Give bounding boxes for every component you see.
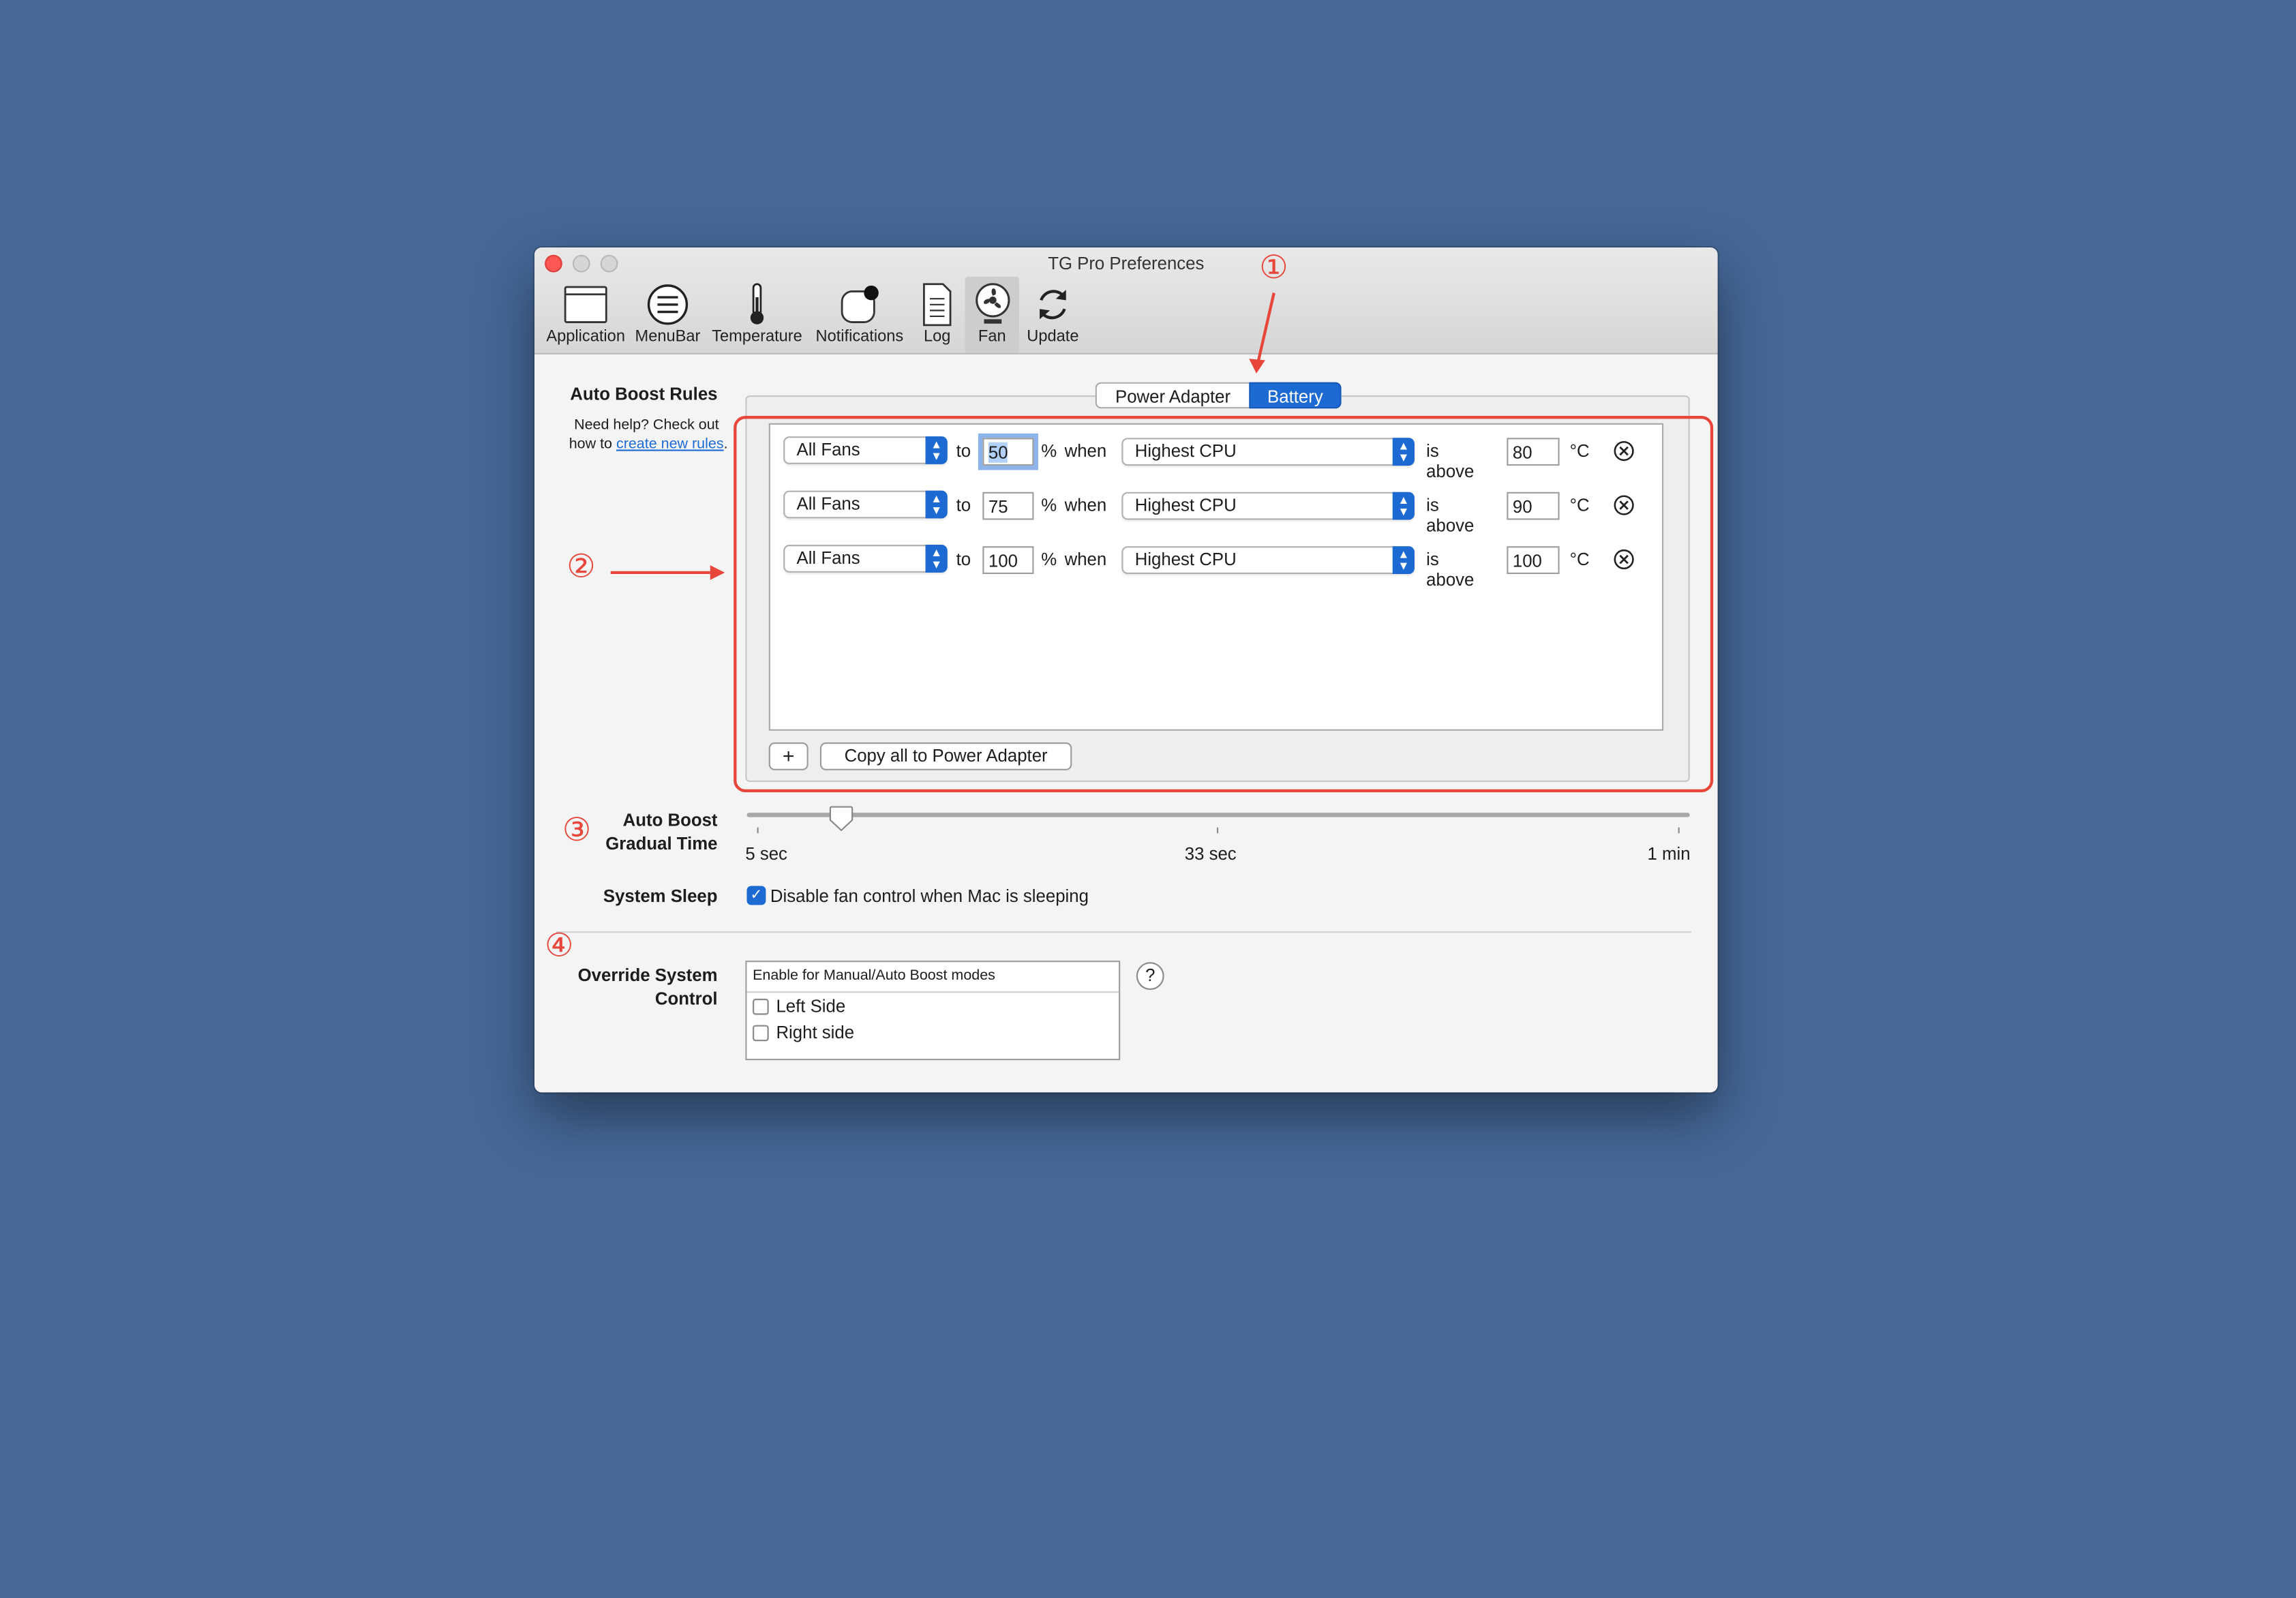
toolbar-label: Temperature	[712, 328, 802, 346]
notifications-icon	[810, 281, 909, 328]
update-icon	[1023, 281, 1082, 328]
toolbar-label: Notifications	[815, 328, 904, 346]
menubar-icon	[631, 281, 704, 328]
disable-fan-sleep-label: Disable fan control when Mac is sleeping	[770, 886, 1089, 907]
annotation-highlight-box	[734, 416, 1714, 793]
thermometer-icon	[709, 281, 806, 328]
disable-fan-sleep-checkbox[interactable]: ✓	[746, 886, 766, 905]
right-side-label: Right side	[776, 1022, 855, 1043]
slider-tick	[1216, 827, 1219, 834]
help-button[interactable]: ?	[1136, 962, 1164, 991]
tab-battery[interactable]: Battery	[1249, 382, 1342, 409]
toolbar-label: Fan	[978, 328, 1006, 346]
override-system-label-2: Control	[654, 988, 718, 1009]
toolbar-log[interactable]: Log	[913, 277, 961, 353]
annotation-arrow-2	[610, 565, 725, 580]
slider-tick	[1678, 827, 1680, 834]
annotation-one: ①	[1259, 250, 1288, 288]
fan-icon	[965, 281, 1019, 328]
slider-max-label: 1 min	[1647, 843, 1691, 864]
annotation-arrow-1	[1249, 292, 1275, 374]
override-table-header: Enable for Manual/Auto Boost modes	[746, 962, 1119, 993]
checkmark-icon: ✓	[750, 887, 763, 904]
tab-power-adapter[interactable]: Power Adapter	[1095, 382, 1250, 409]
divider	[556, 931, 1691, 933]
annotation-two: ②	[567, 549, 596, 586]
annotation-four: ④	[545, 928, 574, 965]
help-text-line2: how to create new rules.	[569, 436, 728, 453]
application-icon	[543, 281, 629, 328]
auto-boost-rules-label: Auto Boost Rules	[570, 383, 718, 404]
help-text: Need help? Check out	[574, 417, 719, 434]
right-side-checkbox[interactable]	[753, 1025, 769, 1042]
annotation-three: ③	[562, 813, 592, 849]
toolbar-label: Update	[1027, 328, 1079, 346]
slider-mid-label: 33 sec	[1184, 843, 1237, 864]
override-system-label-1: Override System	[577, 965, 718, 986]
toolbar-label: Log	[923, 328, 951, 346]
override-table: Enable for Manual/Auto Boost modes Left …	[745, 961, 1121, 1061]
gradual-time-slider[interactable]	[746, 813, 1690, 817]
slider-tick	[757, 827, 759, 834]
slider-min-label: 5 sec	[745, 843, 787, 864]
toolbar-label: Application	[546, 328, 625, 346]
system-sleep-label: System Sleep	[603, 886, 718, 907]
title-bar: TG Pro Preferences Application MenuBar T…	[534, 247, 1718, 355]
log-icon	[913, 281, 961, 328]
create-new-rules-link[interactable]: create new rules	[616, 436, 724, 453]
slider-thumb[interactable]	[830, 805, 855, 832]
toolbar-menubar[interactable]: MenuBar	[631, 277, 704, 353]
toolbar-fan[interactable]: Fan	[965, 276, 1020, 353]
toolbar-notifications[interactable]: Notifications	[810, 277, 909, 353]
toolbar-temperature[interactable]: Temperature	[709, 277, 806, 353]
toolbar-application[interactable]: Application	[543, 277, 629, 353]
toolbar-update[interactable]: Update	[1023, 277, 1082, 353]
toolbar-label: MenuBar	[635, 328, 701, 346]
window-title: TG Pro Preferences	[1048, 253, 1205, 274]
left-side-label: Left Side	[776, 995, 846, 1016]
left-side-checkbox[interactable]	[753, 998, 769, 1015]
